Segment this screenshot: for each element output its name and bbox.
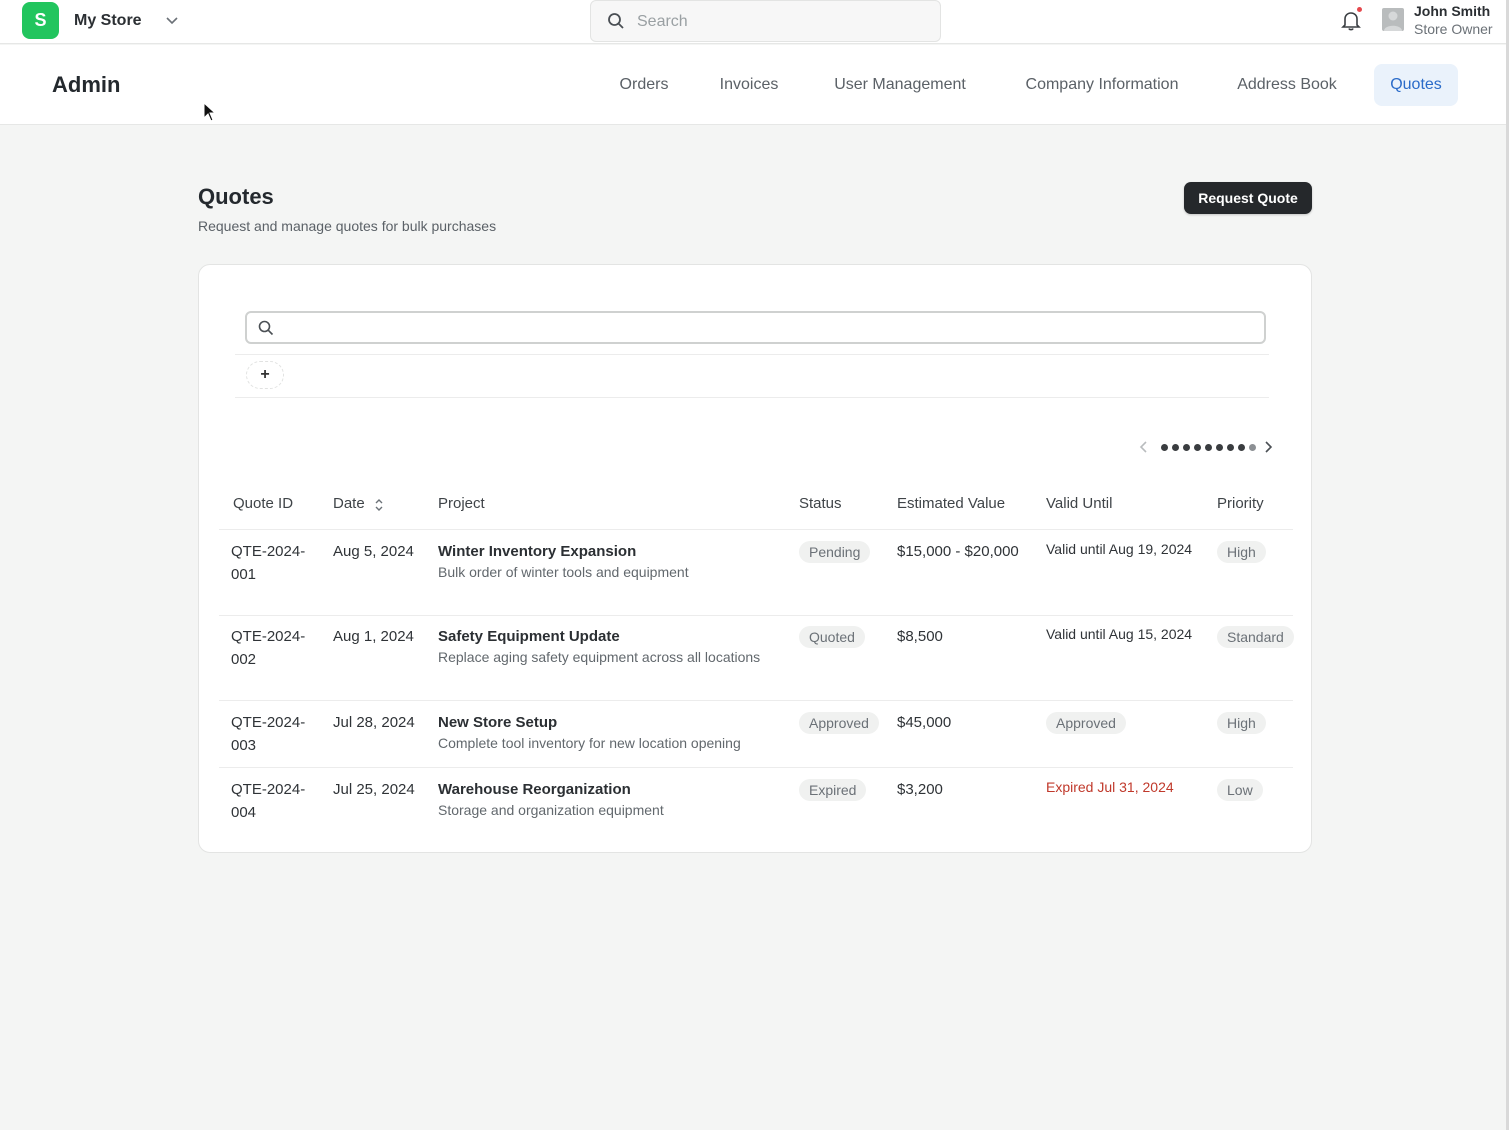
- quote-id-prefix: QTE-2024-: [231, 781, 306, 798]
- user-role: Store Owner: [1414, 21, 1493, 37]
- page-dot[interactable]: [1194, 444, 1201, 451]
- chevron-left-icon[interactable]: [1137, 440, 1151, 454]
- divider: [235, 354, 1269, 355]
- priority-badge: Standard: [1217, 626, 1294, 648]
- mouse-cursor-icon: [203, 102, 217, 122]
- column-header-estimated-value[interactable]: Estimated Value: [897, 495, 1005, 512]
- page-dot[interactable]: [1238, 444, 1245, 451]
- quote-id-number: 004: [231, 804, 257, 821]
- quote-id-number: 003: [231, 737, 257, 754]
- add-filter-button[interactable]: +: [246, 361, 284, 389]
- status-badge: Expired: [799, 779, 867, 801]
- divider: [219, 700, 1293, 701]
- global-search-input[interactable]: [637, 9, 927, 35]
- page-subtitle: Request and manage quotes for bulk purch…: [198, 218, 497, 234]
- page-title: Quotes: [198, 184, 274, 209]
- nav-orders[interactable]: Orders: [604, 64, 684, 106]
- quote-date: Aug 5, 2024: [333, 543, 414, 560]
- quote-id-number: 001: [231, 566, 257, 583]
- chevron-down-icon[interactable]: [164, 12, 180, 28]
- page-dot[interactable]: [1172, 444, 1179, 451]
- admin-nav-bar: Admin Orders Invoices User Management Co…: [0, 45, 1509, 125]
- divider: [219, 767, 1293, 768]
- valid-until: Expired Jul 31, 2024: [1046, 779, 1174, 795]
- quote-id-number: 002: [231, 651, 257, 668]
- project-title[interactable]: New Store Setup: [438, 714, 557, 731]
- quote-date: Jul 28, 2024: [333, 714, 415, 731]
- estimated-value: $3,200: [897, 781, 943, 798]
- project-description: Bulk order of winter tools and equipment: [438, 564, 689, 580]
- estimated-value: $45,000: [897, 714, 952, 731]
- page-dot[interactable]: [1249, 444, 1256, 451]
- column-header-project[interactable]: Project: [438, 495, 485, 512]
- nav-address-book[interactable]: Address Book: [1220, 64, 1354, 106]
- nav-invoices[interactable]: Invoices: [704, 64, 794, 106]
- project-description: Replace aging safety equipment across al…: [438, 649, 761, 665]
- quote-id-prefix: QTE-2024-: [231, 543, 306, 560]
- quote-id[interactable]: QTE-2024- 002: [231, 625, 323, 671]
- project-title[interactable]: Warehouse Reorganization: [438, 781, 631, 798]
- divider: [219, 615, 1293, 616]
- divider: [235, 397, 1269, 398]
- quote-id[interactable]: QTE-2024- 001: [231, 540, 323, 586]
- user-name[interactable]: John Smith: [1414, 3, 1490, 19]
- estimated-value: $8,500: [897, 628, 943, 645]
- page-dot[interactable]: [1216, 444, 1223, 451]
- store-name[interactable]: My Store: [74, 12, 142, 30]
- valid-until: Valid until Aug 19, 2024: [1046, 541, 1193, 557]
- page-dot[interactable]: [1227, 444, 1234, 451]
- nav-user-management[interactable]: User Management: [816, 64, 984, 106]
- priority-badge: High: [1217, 541, 1266, 563]
- column-header-priority[interactable]: Priority: [1217, 495, 1264, 512]
- search-icon: [608, 13, 624, 29]
- estimated-value: $15,000 - $20,000: [897, 543, 1019, 560]
- pagination-dots: [1161, 444, 1256, 451]
- project-description: Complete tool inventory for new location…: [438, 735, 741, 751]
- status-badge: Quoted: [799, 626, 865, 648]
- project-title[interactable]: Winter Inventory Expansion: [438, 543, 636, 560]
- quote-id[interactable]: QTE-2024- 004: [231, 778, 323, 824]
- quote-search-input[interactable]: [283, 317, 1253, 339]
- project-title[interactable]: Safety Equipment Update: [438, 628, 620, 645]
- project-description: Storage and organization equipment: [438, 802, 664, 818]
- valid-until: Valid until Aug 15, 2024: [1046, 626, 1193, 642]
- quote-id[interactable]: QTE-2024- 003: [231, 711, 323, 757]
- status-badge: Pending: [799, 541, 871, 563]
- nav-company-information[interactable]: Company Information: [1006, 64, 1198, 106]
- nav-quotes[interactable]: Quotes: [1374, 64, 1458, 106]
- top-bar: S My Store John Smith Store Owner: [0, 0, 1509, 44]
- column-header-date[interactable]: Date: [333, 495, 365, 512]
- status-badge: Approved: [799, 712, 879, 734]
- page-dot[interactable]: [1161, 444, 1168, 451]
- global-search[interactable]: [590, 0, 941, 42]
- request-quote-button[interactable]: Request Quote: [1184, 182, 1312, 214]
- column-header-quote-id[interactable]: Quote ID: [233, 495, 293, 512]
- column-header-status[interactable]: Status: [799, 495, 842, 512]
- quote-date: Jul 25, 2024: [333, 781, 415, 798]
- sort-icon[interactable]: [373, 497, 385, 513]
- quote-search[interactable]: [245, 311, 1266, 344]
- page-dot[interactable]: [1183, 444, 1190, 451]
- notification-dot: [1357, 7, 1362, 12]
- store-logo[interactable]: S: [22, 2, 59, 39]
- priority-badge: Low: [1217, 779, 1263, 801]
- user-icon: [1384, 11, 1402, 31]
- admin-title: Admin: [52, 72, 121, 97]
- valid-until-badge: Approved: [1046, 712, 1126, 734]
- bell-icon[interactable]: [1340, 9, 1362, 31]
- priority-badge: High: [1217, 712, 1266, 734]
- search-icon: [258, 320, 274, 336]
- quote-date: Aug 1, 2024: [333, 628, 414, 645]
- quote-id-prefix: QTE-2024-: [231, 628, 306, 645]
- quotes-card: + Quote ID Date Project Status Estimated…: [198, 264, 1312, 853]
- avatar[interactable]: [1382, 8, 1404, 31]
- divider: [219, 529, 1293, 530]
- page-dot[interactable]: [1205, 444, 1212, 451]
- quote-id-prefix: QTE-2024-: [231, 714, 306, 731]
- chevron-right-icon[interactable]: [1261, 440, 1275, 454]
- column-header-valid-until[interactable]: Valid Until: [1046, 495, 1112, 512]
